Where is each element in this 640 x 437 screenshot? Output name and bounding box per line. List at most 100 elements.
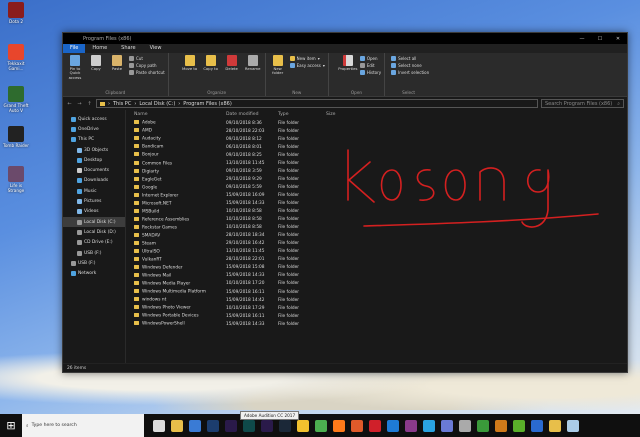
nav-item[interactable]: Local Disk (C:) (63, 216, 125, 228)
copy-to-button[interactable]: Copy to (202, 55, 220, 88)
desktop-shortcut[interactable]: Life is Strange (2, 166, 30, 193)
chrome-icon[interactable] (315, 419, 327, 432)
media-icon[interactable] (351, 419, 363, 432)
firefox-icon[interactable] (333, 419, 345, 432)
breadcrumb-this-pc[interactable]: This PC (113, 101, 131, 107)
file-row[interactable]: windows nt 15/09/2018 14:42 File folder (126, 296, 627, 304)
nav-item[interactable]: Network (63, 268, 125, 278)
paste-shortcut-button[interactable]: Paste shortcut (129, 70, 165, 75)
select-none-button[interactable]: Select none (391, 63, 429, 68)
task-view-icon[interactable] (153, 419, 165, 432)
column-size[interactable]: Size (326, 112, 366, 117)
winrar-icon[interactable] (405, 419, 417, 432)
audacity-icon[interactable] (495, 419, 507, 432)
nav-item[interactable]: Documents (63, 165, 125, 175)
file-row[interactable]: Windows Portable Devices 15/09/2018 16:11… (126, 312, 627, 320)
audition-icon[interactable] (243, 419, 255, 432)
nav-item[interactable]: OneDrive (63, 124, 125, 134)
delete-button[interactable]: Delete (223, 55, 241, 88)
column-name[interactable]: Name (126, 112, 226, 117)
forward-arrow-icon[interactable]: → (76, 101, 83, 107)
folder-icon[interactable] (549, 419, 561, 432)
search-input[interactable]: Search Program Files (x86) ⌕ (541, 99, 624, 108)
after-effects-icon[interactable] (261, 419, 273, 432)
file-row[interactable]: Windows Defender 15/09/2018 15:08 File fol… (126, 264, 627, 272)
file-row[interactable]: Windows Photo Viewer 10/10/2018 17:29 File… (126, 304, 627, 312)
breadcrumb-local-disk[interactable]: Local Disk (C:) (139, 101, 175, 107)
edit-button[interactable]: Edit (359, 63, 381, 68)
rockstar-icon[interactable] (297, 419, 309, 432)
store-icon[interactable] (189, 419, 201, 432)
easy-access-button[interactable]: Easy access ▾ (289, 63, 325, 68)
nav-item[interactable]: Quick access (63, 114, 125, 124)
maximize-button[interactable]: ☐ (591, 36, 609, 42)
file-explorer-icon[interactable] (171, 419, 183, 432)
file-row[interactable]: Windows Multimedia Platform 15/09/2018 16… (126, 288, 627, 296)
history-button[interactable]: History (359, 70, 381, 75)
close-button[interactable]: ✕ (609, 36, 627, 42)
desktop-shortcut[interactable]: Grand Theft Auto V (2, 86, 30, 113)
invert-selection-button[interactable]: Invert selection (391, 70, 429, 75)
column-date-modified[interactable]: Date modified (226, 112, 278, 117)
rename-button[interactable]: Rename (244, 55, 262, 88)
taskbar-search-input[interactable]: ⌕ Type here to search (22, 414, 144, 437)
select-all-button[interactable]: Select all (391, 56, 429, 61)
nav-item-label: Videos (84, 209, 99, 215)
address-bar[interactable]: › This PC › Local Disk (C:) › Program Fi… (96, 99, 538, 108)
nav-item[interactable]: USB (F:) (63, 258, 125, 268)
nav-item[interactable]: Pictures (63, 196, 125, 206)
desktop-shortcut[interactable]: Tomb Raider (2, 126, 30, 148)
file-row[interactable]: VulkanRT 28/10/2018 22:01 File folder (126, 256, 627, 264)
notepad-icon[interactable] (567, 419, 579, 432)
tab-share[interactable]: Share (114, 44, 142, 53)
nav-item[interactable]: USB (F:) (63, 248, 125, 258)
back-arrow-icon[interactable]: ← (66, 101, 73, 107)
nav-item[interactable]: Downloads (63, 176, 125, 186)
new-folder-button[interactable]: New folder (269, 55, 287, 88)
file-row[interactable]: Windows Media Player 10/10/2018 17:20 File… (126, 280, 627, 288)
minimize-button[interactable]: — (573, 36, 591, 42)
paste-button[interactable]: Paste (108, 55, 126, 88)
steam-icon[interactable] (279, 419, 291, 432)
nav-item[interactable]: Music (63, 186, 125, 196)
nav-item[interactable]: Videos (63, 207, 125, 217)
tab-file[interactable]: File (63, 44, 86, 53)
tab-home[interactable]: Home (85, 44, 114, 53)
file-row[interactable]: Windows Mail 15/09/2018 14:33 File folder (126, 272, 627, 280)
move-to-button[interactable]: Move to (181, 55, 199, 88)
desktop-shortcut[interactable]: Tekkaxit Gami... (2, 44, 30, 71)
idm-icon[interactable] (531, 419, 543, 432)
copy-path-button[interactable]: Copy path (129, 63, 165, 68)
bandicam-icon[interactable] (477, 419, 489, 432)
edge-icon[interactable] (387, 419, 399, 432)
file-row[interactable]: WindowsPowerShell 15/09/2018 14:33 File fo… (126, 320, 627, 328)
opera-icon[interactable] (369, 419, 381, 432)
desktop-shortcut[interactable]: Dota 2 (2, 2, 30, 24)
file-row[interactable]: Adobe 09/10/2018 8:36 File folder (126, 119, 627, 127)
tab-view[interactable]: View (143, 44, 169, 53)
up-arrow-icon[interactable]: ↑ (86, 101, 93, 107)
game-icon[interactable] (459, 419, 471, 432)
breadcrumb-program-files[interactable]: Program Files (x86) (183, 101, 231, 107)
windows-start-icon[interactable]: ⊞ (0, 419, 22, 432)
nav-item[interactable]: CD Drive (E:) (63, 238, 125, 248)
utorrent-icon[interactable] (513, 419, 525, 432)
title-bar[interactable]: Program Files (x86) — ☐ ✕ (63, 33, 627, 44)
telegram-icon[interactable] (423, 419, 435, 432)
new-item-button[interactable]: New item ▾ (289, 56, 325, 61)
copy-button[interactable]: Copy (87, 55, 105, 88)
pin-to-quick-access-button[interactable]: Pin to Quick access (66, 55, 84, 88)
properties-button[interactable]: Properties (338, 55, 357, 88)
file-row[interactable]: UltraISO 13/10/2018 11:45 File folder (126, 248, 627, 256)
premiere-icon[interactable] (225, 419, 237, 432)
photoshop-icon[interactable] (207, 419, 219, 432)
nav-item[interactable]: 3D Objects (63, 145, 125, 155)
discord-icon[interactable] (441, 419, 453, 432)
nav-item[interactable]: This PC (63, 135, 125, 145)
nav-item[interactable]: Local Disk (D:) (63, 227, 125, 237)
file-row[interactable]: Steam 29/10/2018 16:42 File folder (126, 240, 627, 248)
open-button[interactable]: Open (359, 56, 381, 61)
nav-item[interactable]: Desktop (63, 155, 125, 165)
cut-button[interactable]: Cut (129, 56, 165, 61)
column-type[interactable]: Type (278, 112, 326, 117)
